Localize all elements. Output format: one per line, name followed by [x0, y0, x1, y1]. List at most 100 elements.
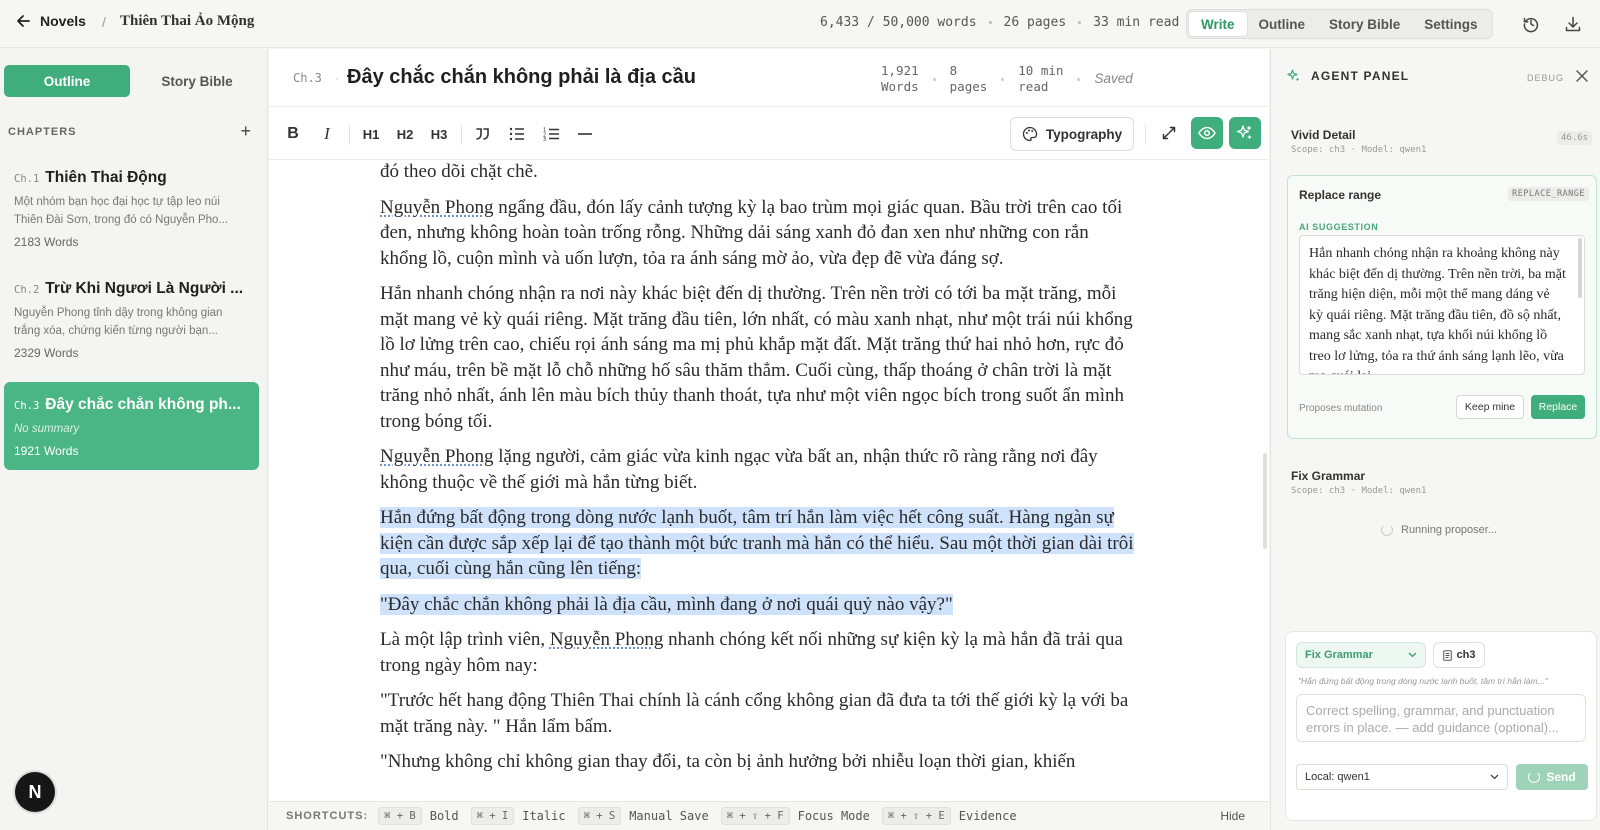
bullet-list-icon[interactable]: [503, 122, 531, 146]
tab-write[interactable]: Write: [1189, 12, 1247, 36]
chevron-down-icon: [1490, 774, 1499, 780]
heading-3-button[interactable]: H3: [425, 122, 453, 146]
italic-button[interactable]: I: [313, 122, 341, 146]
paragraph[interactable]: "Trước hết hang động Thiên Thai chính là…: [380, 688, 1140, 739]
paragraph-selected[interactable]: Hắn đứng bất động trong dòng nước lạnh b…: [380, 505, 1140, 582]
send-button[interactable]: Send: [1516, 764, 1588, 790]
model-select[interactable]: Local: qwen1: [1296, 764, 1508, 790]
expand-icon[interactable]: [1153, 117, 1185, 149]
suggestion-card: Replace range REPLACE_RANGE AI SUGGESTIO…: [1287, 175, 1597, 439]
chapter-title: Trừ Khi Ngươi Là Người ...: [45, 280, 244, 297]
ai-suggestion-text[interactable]: Hắn nhanh chóng nhận ra khoảng không này…: [1299, 235, 1585, 375]
avatar[interactable]: N: [15, 772, 55, 812]
action-select-value: Fix Grammar: [1305, 649, 1373, 661]
stats-dot: [1078, 21, 1082, 24]
spinner-icon: [1528, 771, 1541, 783]
numbered-list-icon[interactable]: 123: [537, 122, 565, 146]
job-name: Vivid Detail: [1291, 128, 1356, 142]
shortcut-key: ⌘ + I: [470, 807, 515, 825]
book-read-time: 33 min read: [1093, 15, 1180, 30]
ai-sparkle-icon[interactable]: [1229, 117, 1261, 149]
shortcut-action: Italic: [522, 809, 566, 823]
agent-job[interactable]: Fix Grammar Scope: ch3 · Model: qwen1: [1291, 469, 1426, 496]
agent-panel-title: AGENT PANEL: [1311, 69, 1410, 83]
typography-label: Typography: [1045, 126, 1123, 142]
heading-1-button[interactable]: H1: [357, 122, 385, 146]
document-content[interactable]: đó theo dõi chặt chẽ. Nguyễn Phong ngẩng…: [380, 161, 1140, 785]
paragraph[interactable]: "Nhưng không chỉ không gian thay đổi, ta…: [380, 749, 1140, 775]
mode-tabs: Write Outline Story Bible Settings: [1186, 9, 1493, 39]
paragraph[interactable]: đó theo dõi chặt chẽ.: [380, 161, 1140, 185]
debug-toggle[interactable]: DEBUG: [1527, 73, 1564, 83]
scope-chip[interactable]: ch3: [1433, 642, 1485, 668]
stats-dot: [1077, 77, 1081, 81]
back-to-novels-button[interactable]: Novels: [16, 13, 86, 29]
shortcuts-bar: SHORTCUTS: ⌘ + B Bold ⌘ + I Italic ⌘ + S Ma…: [269, 801, 1269, 830]
chapter-number: Ch.3: [293, 71, 322, 85]
history-icon[interactable]: [1520, 13, 1542, 35]
chapter-summary: Nguyễn Phong tỉnh dậy trong không gian t…: [14, 307, 223, 337]
horizontal-rule-icon[interactable]: [571, 122, 599, 146]
quote-icon[interactable]: [469, 122, 497, 146]
tab-story-bible[interactable]: Story Bible: [1317, 12, 1412, 36]
stats-dot: [1001, 77, 1005, 81]
job-duration: 46.6s: [1557, 131, 1593, 145]
add-chapter-button[interactable]: +: [240, 121, 252, 142]
chapter-dot: ·: [335, 71, 339, 85]
mutation-tag: REPLACE_RANGE: [1508, 187, 1590, 201]
tab-outline[interactable]: Outline: [1247, 12, 1318, 36]
model-select-value: Local: qwen1: [1305, 771, 1370, 783]
running-label: Running proposer...: [1401, 524, 1498, 536]
tab-settings[interactable]: Settings: [1412, 12, 1489, 36]
format-toolbar: B I H1 H2 H3 123 Typography: [269, 108, 1269, 160]
preview-eye-icon[interactable]: [1191, 117, 1223, 149]
book-page-count: 26 pages: [1003, 15, 1067, 30]
keep-mine-button[interactable]: Keep mine: [1456, 395, 1524, 419]
typography-button[interactable]: Typography: [1010, 117, 1134, 151]
spinner-icon: [1381, 524, 1393, 536]
selection-quote: "Hắn đứng bất động trong dòng nước lạnh …: [1298, 676, 1548, 686]
chapter-word-label: Words: [881, 79, 919, 94]
suggestion-scrollbar[interactable]: [1578, 238, 1582, 298]
chapters-label: CHAPTERS: [8, 125, 77, 138]
chapter-pages-value: 8: [949, 63, 958, 78]
chapter-word-count: 1921 Words: [14, 444, 79, 458]
action-select[interactable]: Fix Grammar: [1296, 642, 1426, 668]
job-name: Fix Grammar: [1291, 469, 1366, 483]
replace-button[interactable]: Replace: [1531, 395, 1585, 419]
chapter-title[interactable]: Đây chắc chắn không phải là địa cầu: [347, 66, 696, 89]
shortcut-item: ⌘ + S Manual Save: [577, 807, 709, 825]
heading-2-button[interactable]: H2: [391, 122, 419, 146]
document-scrollbar[interactable]: [1263, 453, 1267, 549]
paragraph[interactable]: Hắn nhanh chóng nhận ra nơi này khác biệ…: [380, 281, 1140, 434]
shortcuts-label: SHORTCUTS:: [286, 810, 369, 822]
paragraph[interactable]: Là một lập trình viên, Nguyễn Phong nhan…: [380, 627, 1140, 678]
paragraph[interactable]: Nguyễn Phong ngẩng đầu, đón lấy cảnh tượ…: [380, 195, 1140, 272]
chapter-item-active[interactable]: Ch.3 Đây chắc chắn không ph... No summary…: [4, 382, 259, 470]
paragraph[interactable]: Nguyễn Phong lặng người, cảm giác vừa ki…: [380, 444, 1140, 495]
shortcut-action: Focus Mode: [797, 809, 870, 823]
chapter-word-count: 2329 Words: [14, 346, 79, 360]
bold-button[interactable]: B: [279, 122, 307, 146]
chapter-stats: 1,921 Words 8 pages 10 min read Saved: [881, 63, 1133, 95]
sidebar-tab-outline[interactable]: Outline: [4, 65, 130, 97]
chapter-item[interactable]: Ch.1 Thiên Thai Động Một nhóm bạn học đại…: [4, 155, 259, 263]
shortcut-item: ⌘ + ⇧ + F Focus Mode: [720, 807, 870, 825]
shortcut-key: ⌘ + B: [378, 807, 422, 825]
chapter-number: Ch.1: [14, 173, 40, 185]
toolbar-divider: [1145, 125, 1146, 145]
close-icon[interactable]: [1575, 69, 1589, 88]
card-title: Replace range: [1299, 188, 1382, 202]
paragraph-selected[interactable]: "Đây chắc chắn không phải là địa cầu, mì…: [380, 592, 1140, 618]
chapter-number: Ch.2: [14, 284, 40, 296]
hide-shortcuts-button[interactable]: Hide: [1220, 809, 1245, 823]
chapter-item[interactable]: Ch.2 Trừ Khi Ngươi Là Người ... Nguyễn Ph…: [4, 266, 259, 374]
chapter-word-count: 2183 Words: [14, 235, 79, 249]
download-icon[interactable]: [1562, 13, 1584, 35]
agent-job[interactable]: Vivid Detail Scope: ch3 · Model: qwen1: [1291, 128, 1426, 155]
sidebar-tab-story-bible[interactable]: Story Bible: [134, 65, 260, 97]
chapters-header: CHAPTERS +: [8, 121, 252, 142]
chapter-word-value: 1,921: [881, 63, 919, 78]
document-body[interactable]: đó theo dõi chặt chẽ. Nguyễn Phong ngẩng…: [269, 161, 1269, 801]
guidance-input[interactable]: Correct spelling, grammar, and punctuati…: [1296, 694, 1586, 742]
